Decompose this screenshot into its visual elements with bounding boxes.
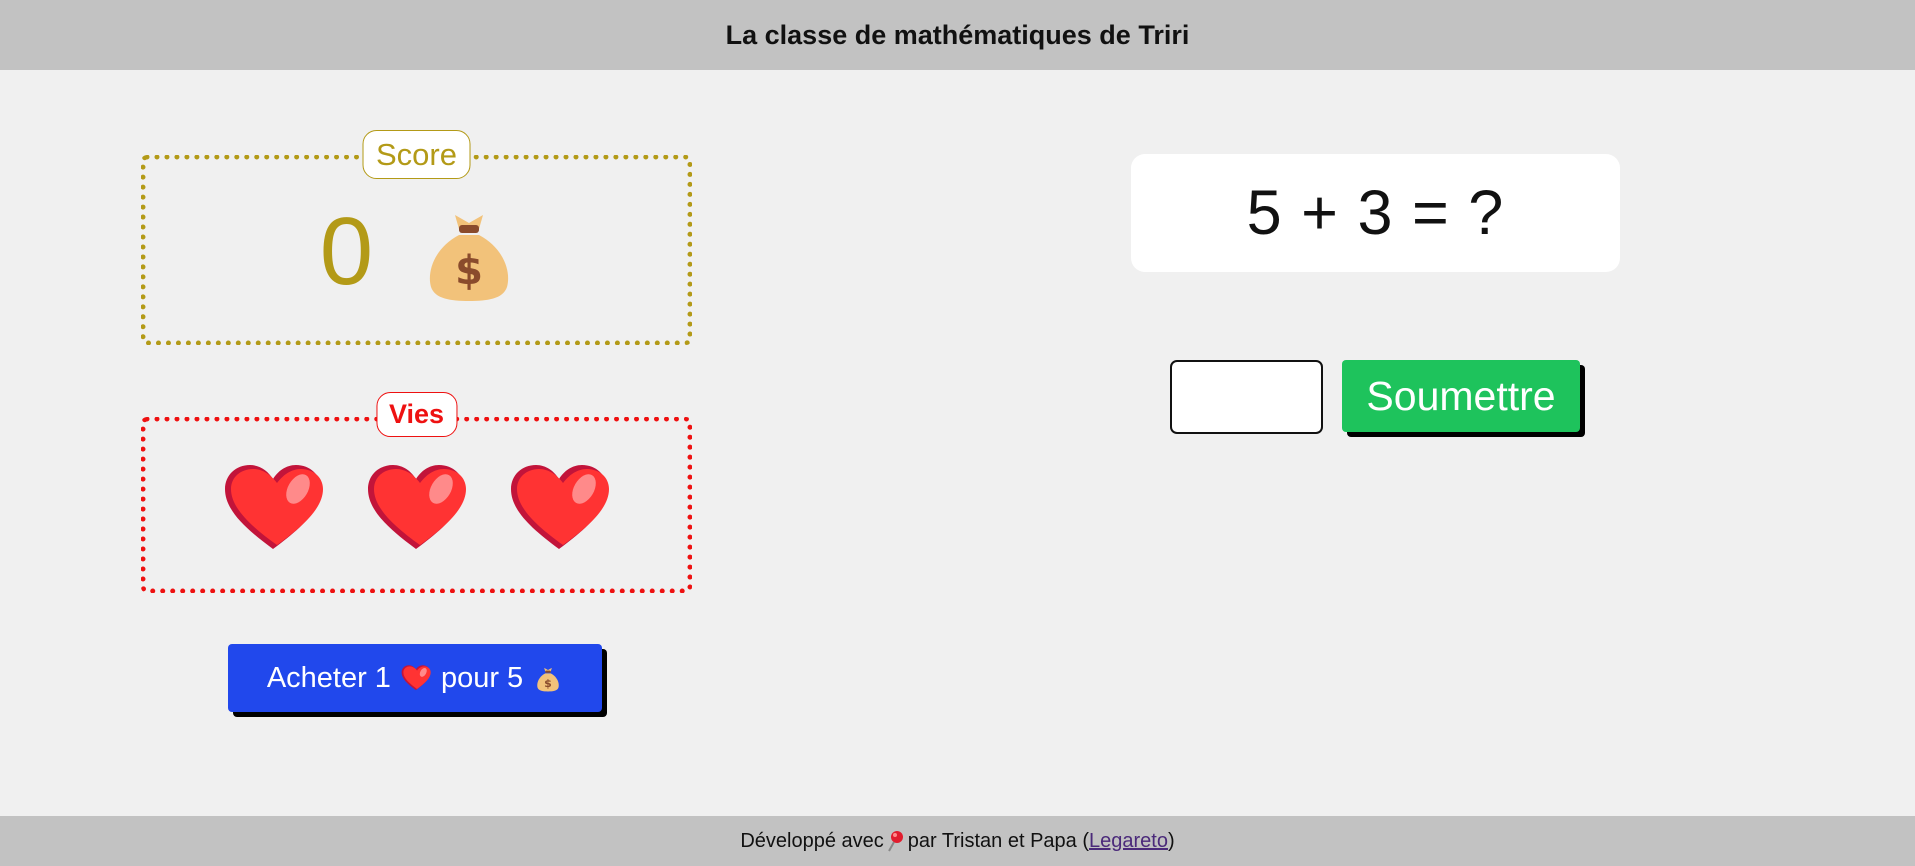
svg-text:$: $ (455, 248, 483, 294)
score-body: 0 $ (146, 160, 687, 340)
heart-icon (401, 665, 431, 691)
page-title: La classe de mathématiques de Triri (725, 19, 1190, 50)
buy-label-part2: pour 5 (440, 661, 524, 694)
question-card: 5 + 3 = ? (1131, 154, 1620, 272)
footer-middle: par Tristan et Papa ( (907, 829, 1089, 852)
money-bag-icon: $ (430, 215, 509, 301)
score-panel: Score 0 $ (141, 130, 692, 345)
app-header: La classe de mathématiques de Triri (0, 0, 1915, 70)
score-value: 0 (319, 198, 374, 305)
heart-icon (225, 465, 323, 549)
legareto-link[interactable]: Legareto (1089, 830, 1168, 853)
lives-panel: Vies (141, 392, 692, 593)
footer: Développé avec par Tristan et Papa (Lega… (0, 816, 1915, 866)
buy-life-button[interactable]: Acheter 1 pour 5 $ (228, 644, 602, 712)
svg-text:$: $ (544, 677, 552, 690)
heart-icon (368, 465, 466, 549)
question-text: 5 + 3 = ? (1246, 178, 1505, 248)
footer-suffix: ) (1167, 829, 1175, 852)
heart-icon (511, 465, 609, 549)
hearts-row (146, 422, 687, 588)
answer-input[interactable] (1170, 360, 1323, 434)
footer-prefix: Développé avec (740, 829, 884, 852)
submit-button[interactable]: Soumettre (1342, 360, 1580, 432)
money-bag-icon: $ (537, 667, 559, 692)
buy-label-part1: Acheter 1 (266, 661, 391, 694)
pin-icon (887, 831, 903, 852)
